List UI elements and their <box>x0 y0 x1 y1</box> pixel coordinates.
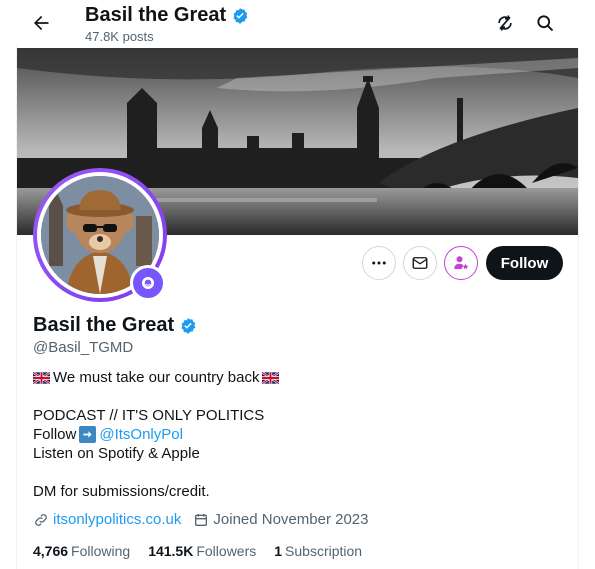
subscription-label: Subscription <box>285 543 363 559</box>
bio-line-2: PODCAST // IT'S ONLY POLITICS <box>33 407 265 424</box>
profile-bio: We must take our country back PODCAST //… <box>33 368 553 501</box>
profile-handle: @Basil_TGMD <box>33 339 134 356</box>
bio-line-3: Follow @ItsOnlyPol <box>33 425 553 444</box>
verified-badge-icon <box>233 7 248 24</box>
creator-badge <box>130 265 166 301</box>
bio-follow-text: Follow <box>33 426 77 443</box>
more-button[interactable] <box>362 246 396 280</box>
profile-meta: itsonlypolitics.co.uk Joined November 20… <box>33 511 381 528</box>
joined-item: Joined November 2023 <box>193 511 369 528</box>
following-count: 4,766 <box>33 543 69 559</box>
subscriptions-link[interactable]: 1 Subscription <box>274 543 362 559</box>
more-icon <box>372 261 386 265</box>
link-icon <box>35 513 47 526</box>
header-bar: Basil the Great 47.8K posts <box>0 0 595 46</box>
subscribe-star-icon <box>454 256 469 270</box>
uk-flag-icon <box>262 371 280 384</box>
profile-stats: 4,766 Following 141.5K Followers 1 Subscrip… <box>33 543 380 559</box>
follow-button[interactable]: Follow <box>486 246 563 280</box>
subscribe-button[interactable] <box>444 246 478 280</box>
profile-name: Basil the Great <box>33 314 197 337</box>
back-arrow-icon <box>34 15 49 31</box>
following-label: Following <box>71 543 131 559</box>
right-arrow-icon <box>79 426 97 443</box>
bio-line-1: We must take our country back <box>33 368 553 387</box>
message-button[interactable] <box>403 246 437 280</box>
followers-count: 141.5K <box>148 543 194 559</box>
refresh-icon <box>498 15 512 31</box>
subscription-count: 1 <box>274 543 283 559</box>
back-button[interactable] <box>26 8 56 38</box>
message-icon <box>412 257 428 269</box>
following-link[interactable]: 4,766 Following <box>33 543 130 559</box>
website-item: itsonlypolitics.co.uk <box>33 511 181 528</box>
bio-mention-link[interactable]: @ItsOnlyPol <box>99 425 183 444</box>
search-icon <box>537 15 554 32</box>
calendar-icon <box>195 513 208 526</box>
bio-line-5: DM for submissions/credit. <box>33 483 210 500</box>
creator-badge-icon <box>142 277 154 289</box>
joined-date: Joined November 2023 <box>213 511 369 528</box>
header-title-text: Basil the Great <box>85 4 227 26</box>
website-link[interactable]: itsonlypolitics.co.uk <box>53 511 181 528</box>
followers-label: Followers <box>196 543 257 559</box>
bio-text-1: We must take our country back <box>53 369 260 386</box>
refresh-button[interactable] <box>490 8 520 38</box>
header-post-count: 47.8K posts <box>85 29 154 44</box>
followers-link[interactable]: 141.5K Followers <box>148 543 256 559</box>
uk-flag-icon <box>33 371 50 384</box>
profile-name-text: Basil the Great <box>33 314 175 336</box>
search-button[interactable] <box>530 8 560 38</box>
verified-badge-icon[interactable] <box>179 317 197 335</box>
header-title: Basil the Great <box>85 4 249 27</box>
bio-line-4: Listen on Spotify & Apple <box>33 445 200 462</box>
